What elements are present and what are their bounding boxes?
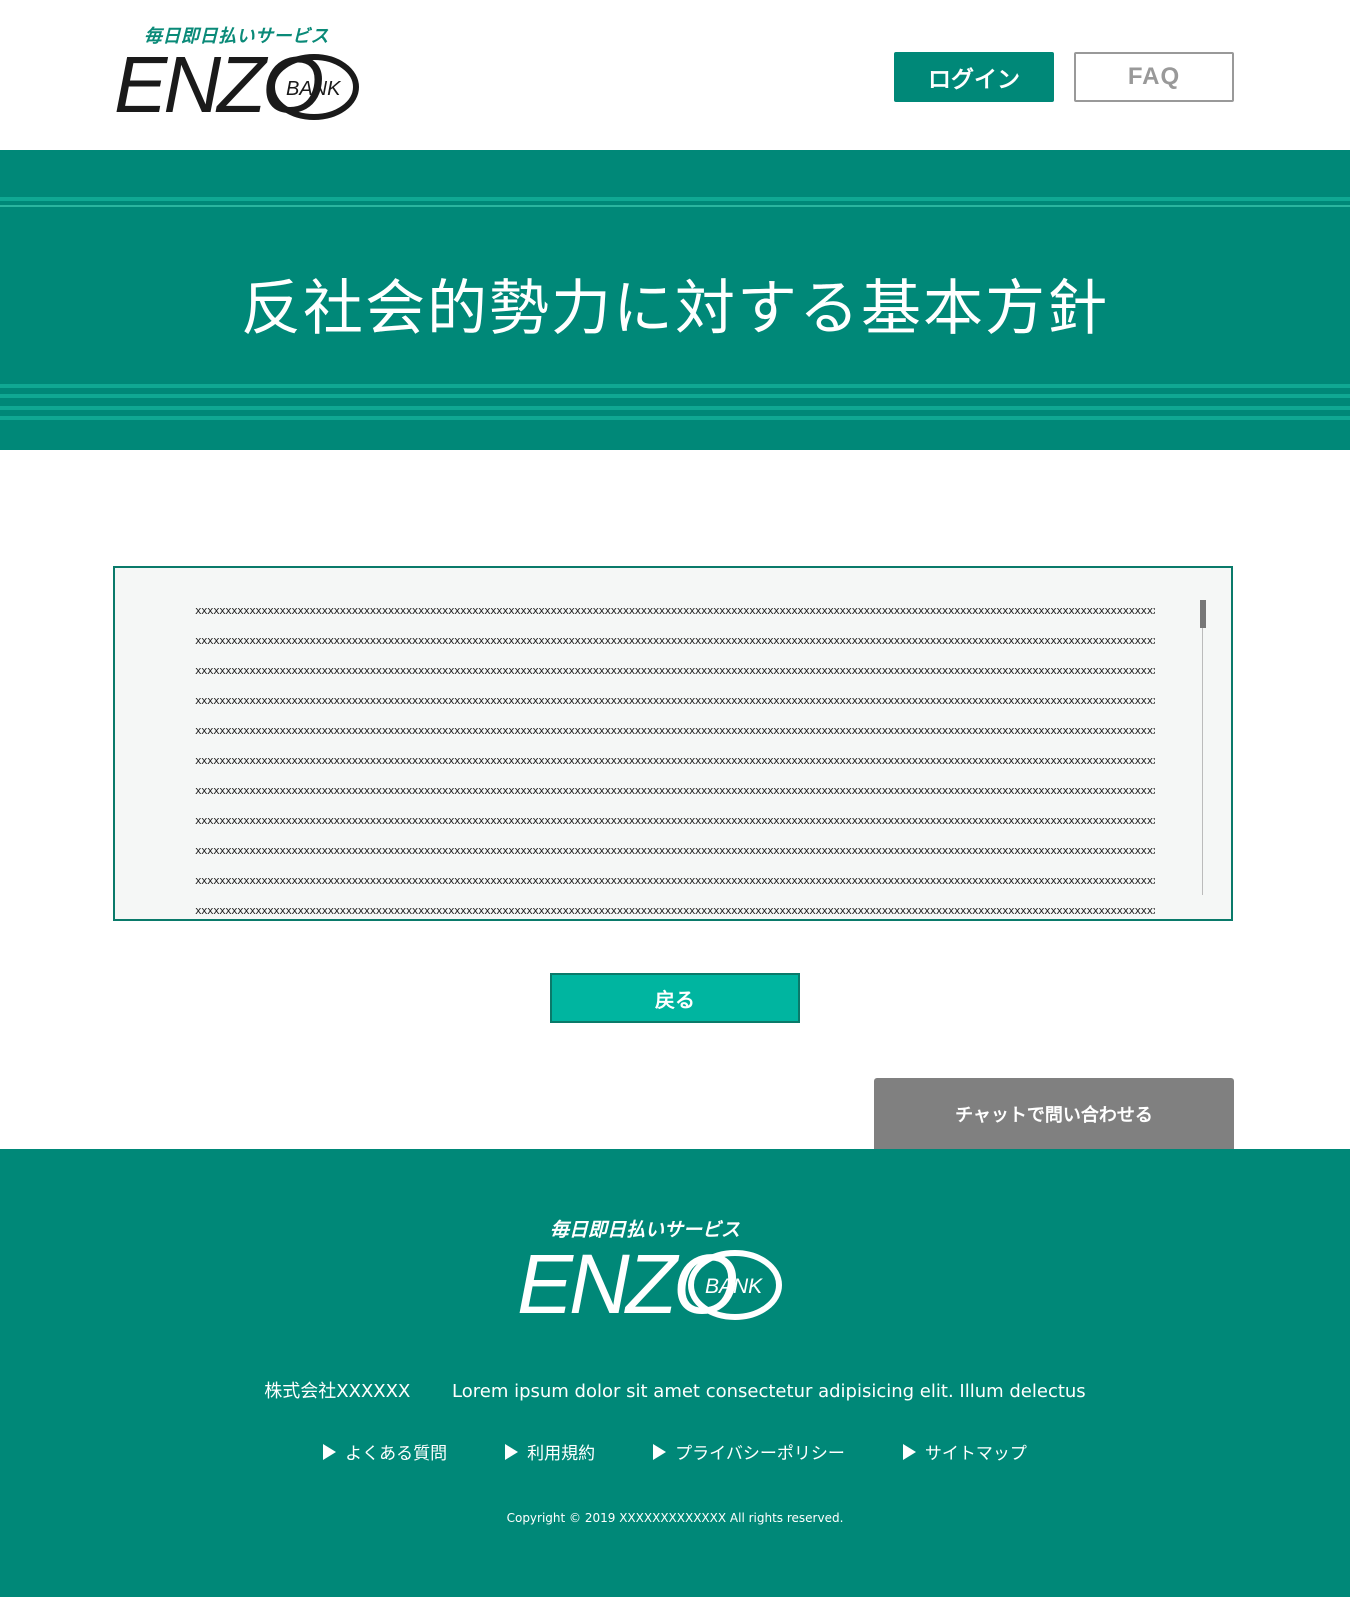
chat-contact-button[interactable]: チャットで問い合わせる [874, 1078, 1234, 1150]
footer-logo-badge: BANK [705, 1275, 763, 1298]
banner-stripe [0, 406, 1350, 410]
banner-stripe [0, 205, 1350, 207]
policy-line: xxxxxxxxxxxxxxxxxxxxxxxxxxxxxxxxxxxxxxxx… [195, 664, 1155, 677]
policy-line: xxxxxxxxxxxxxxxxxxxxxxxxxxxxxxxxxxxxxxxx… [195, 874, 1155, 887]
banner-stripe [0, 394, 1350, 398]
scrollbar-thumb[interactable] [1200, 600, 1206, 628]
login-button[interactable]: ログイン [894, 52, 1054, 102]
footer-link-label: よくある質問 [345, 1444, 448, 1464]
policy-line: xxxxxxxxxxxxxxxxxxxxxxxxxxxxxxxxxxxxxxxx… [195, 604, 1155, 617]
logo-tagline: 毎日即日払いサービス [144, 26, 329, 47]
footer-link-terms[interactable]: 利用規約 [505, 1439, 595, 1464]
triangle-right-icon [902, 1443, 916, 1460]
banner-stripe [0, 197, 1350, 201]
policy-line: xxxxxxxxxxxxxxxxxxxxxxxxxxxxxxxxxxxxxxxx… [195, 694, 1155, 707]
page-title: 反社会的勢力に対する基本方針 [241, 274, 1109, 344]
footer-link-label: 利用規約 [527, 1444, 596, 1464]
company-info: 株式会社XXXXXX Lorem ipsum dolor sit amet co… [0, 1377, 1350, 1403]
footer-logo[interactable]: 毎日即日払いサービス ENZO BANK [517, 1215, 797, 1335]
faq-button[interactable]: FAQ [1074, 52, 1234, 102]
policy-line: xxxxxxxxxxxxxxxxxxxxxxxxxxxxxxxxxxxxxxxx… [195, 724, 1155, 737]
site-logo[interactable]: 毎日即日払いサービス ENZO BANK [114, 20, 364, 130]
footer-link-label: プライバシーポリシー [675, 1444, 845, 1464]
policy-line: xxxxxxxxxxxxxxxxxxxxxxxxxxxxxxxxxxxxxxxx… [195, 634, 1155, 647]
enzo-logo-mark: ENZO BANK [114, 50, 359, 129]
policy-text: xxxxxxxxxxxxxxxxxxxxxxxxxxxxxxxxxxxxxxxx… [195, 596, 1155, 919]
site-footer: 毎日即日払いサービス ENZO BANK 株式会社XXXXXX Lorem ip… [0, 1149, 1350, 1597]
policy-line: xxxxxxxxxxxxxxxxxxxxxxxxxxxxxxxxxxxxxxxx… [195, 754, 1155, 767]
banner-stripe [0, 384, 1350, 388]
page-banner: 反社会的勢力に対する基本方針 [0, 150, 1350, 450]
policy-text-box[interactable]: xxxxxxxxxxxxxxxxxxxxxxxxxxxxxxxxxxxxxxxx… [113, 566, 1233, 921]
copyright: Copyright © 2019 XXXXXXXXXXXXX All right… [506, 1511, 844, 1525]
policy-line: xxxxxxxxxxxxxxxxxxxxxxxxxxxxxxxxxxxxxxxx… [195, 814, 1155, 827]
banner-stripe [0, 416, 1350, 420]
company-name: 株式会社XXXXXX [264, 1381, 411, 1402]
footer-link-faq[interactable]: よくある質問 [323, 1439, 447, 1464]
footer-nav: よくある質問 利用規約 プライバシーポリシー サイトマップ [0, 1439, 1350, 1464]
policy-line: xxxxxxxxxxxxxxxxxxxxxxxxxxxxxxxxxxxxxxxx… [195, 784, 1155, 797]
triangle-right-icon [653, 1443, 667, 1460]
footer-logo-tagline: 毎日即日払いサービス [550, 1219, 741, 1241]
triangle-right-icon [323, 1443, 337, 1460]
footer-enzo-logo-mark: ENZO BANK [517, 1247, 782, 1331]
logo-badge: BANK [286, 78, 342, 100]
policy-line: xxxxxxxxxxxxxxxxxxxxxxxxxxxxxxxxxxxxxxxx… [195, 904, 1155, 917]
triangle-right-icon [505, 1443, 519, 1460]
footer-link-privacy[interactable]: プライバシーポリシー [653, 1439, 845, 1464]
site-header: 毎日即日払いサービス ENZO BANK ログイン FAQ [0, 0, 1350, 150]
policy-line: xxxxxxxxxxxxxxxxxxxxxxxxxxxxxxxxxxxxxxxx… [195, 844, 1155, 857]
footer-link-label: サイトマップ [924, 1444, 1027, 1464]
scrollbar-track[interactable] [1202, 600, 1203, 895]
footer-link-sitemap[interactable]: サイトマップ [902, 1439, 1027, 1464]
company-description: Lorem ipsum dolor sit amet consectetur a… [452, 1381, 1086, 1402]
back-button[interactable]: 戻る [550, 973, 800, 1023]
